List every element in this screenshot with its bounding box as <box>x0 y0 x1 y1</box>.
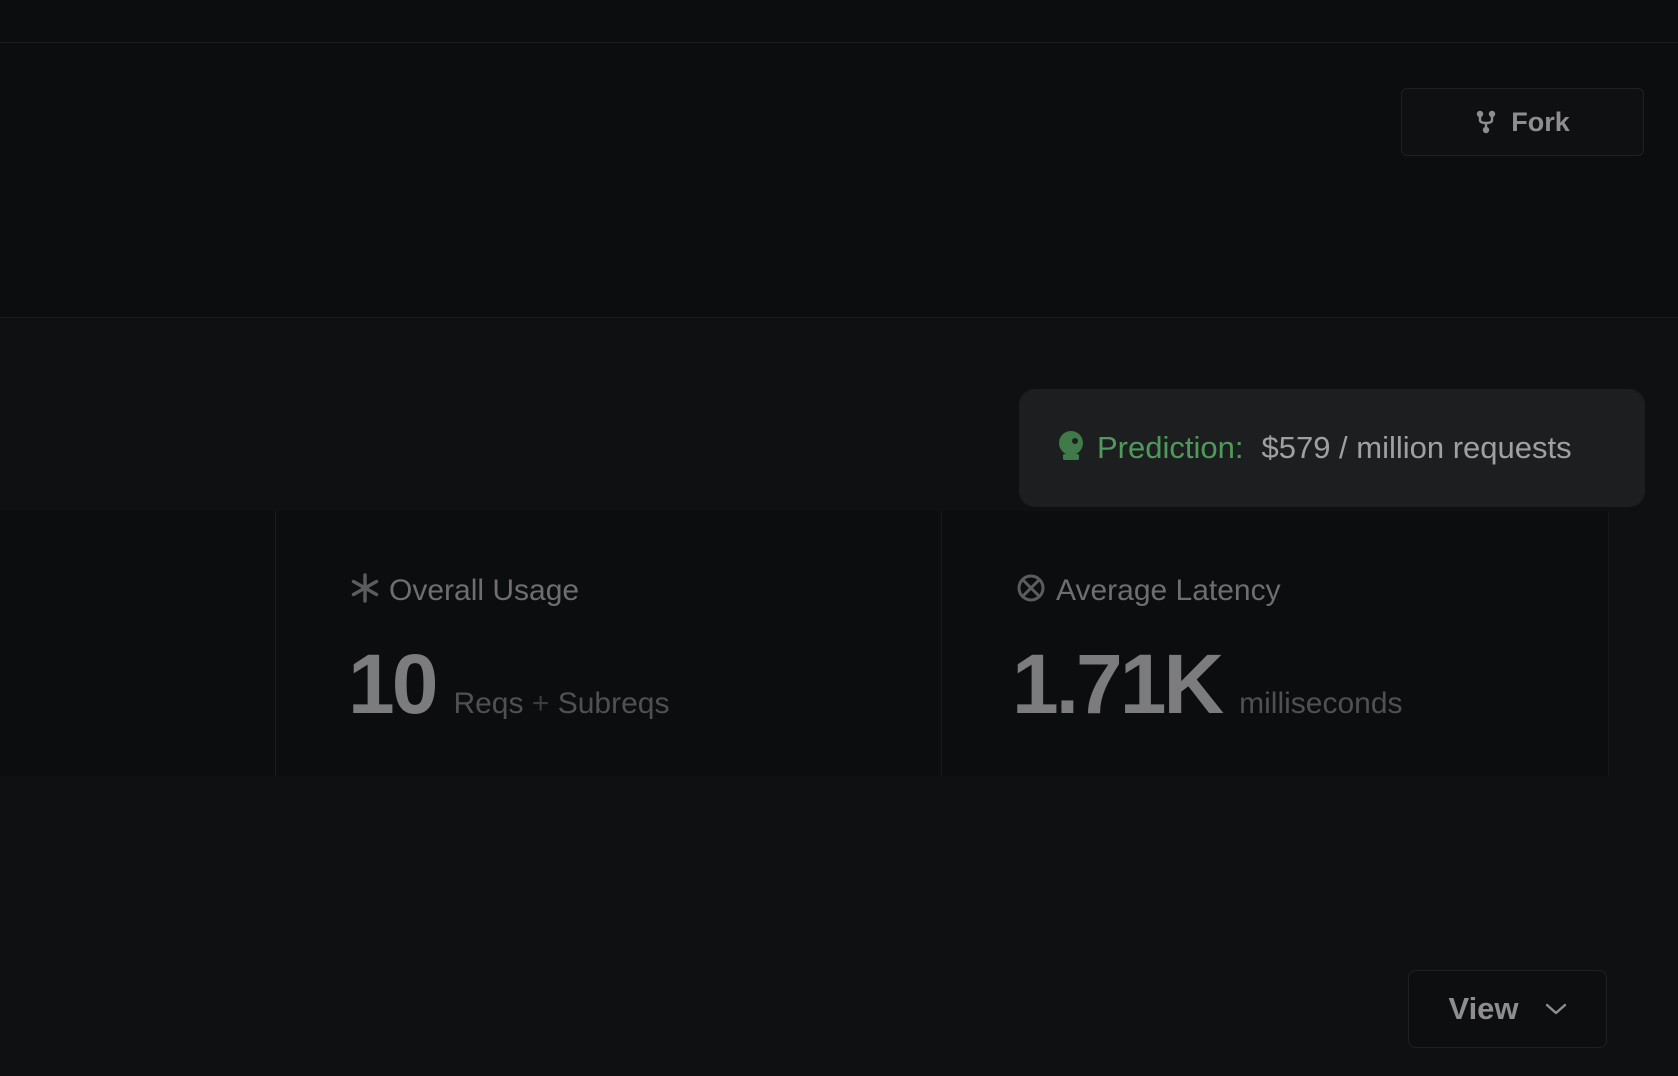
latency-icon <box>1016 573 1046 608</box>
crystal-ball-icon <box>1057 430 1085 467</box>
git-fork-icon <box>1475 109 1497 135</box>
average-latency-value-row: 1.71K milliseconds <box>1012 636 1403 733</box>
fork-button[interactable]: Fork <box>1401 88 1644 156</box>
prediction-value: $579 / million requests <box>1261 430 1572 465</box>
overall-usage-unit: Reqs + Subreqs <box>453 687 669 721</box>
prediction-label: Prediction: <box>1097 430 1244 465</box>
average-latency-label: Average Latency <box>1056 573 1281 607</box>
overall-usage-value-row: 10 Reqs + Subreqs <box>348 636 669 733</box>
asterisk-icon <box>351 573 379 608</box>
unit-plus: + <box>531 687 550 720</box>
overall-usage-label: Overall Usage <box>389 573 580 607</box>
average-latency-title: Average Latency <box>1016 573 1281 608</box>
overall-usage-card: Overall Usage 10 Reqs + Subreqs <box>276 511 941 776</box>
overall-usage-value: 10 <box>348 637 438 731</box>
chevron-down-icon <box>1545 1002 1567 1016</box>
fork-button-label: Fork <box>1511 106 1570 137</box>
average-latency-value: 1.71K <box>1012 637 1224 731</box>
top-bar <box>0 0 1678 43</box>
average-latency-unit: milliseconds <box>1239 687 1403 720</box>
view-button-label: View <box>1448 991 1519 1026</box>
prediction-banner: Prediction: $579 / million requests <box>1019 389 1645 507</box>
stats-panel: Overall Usage 10 Reqs + Subreqs Average … <box>0 511 1609 776</box>
average-latency-card: Average Latency 1.71K milliseconds <box>942 511 1607 776</box>
header-section <box>0 43 1678 318</box>
view-dropdown-button[interactable]: View <box>1408 970 1607 1048</box>
unit-subreqs: Subreqs <box>557 687 670 720</box>
overall-usage-title: Overall Usage <box>351 573 579 608</box>
unit-reqs: Reqs <box>453 687 524 720</box>
